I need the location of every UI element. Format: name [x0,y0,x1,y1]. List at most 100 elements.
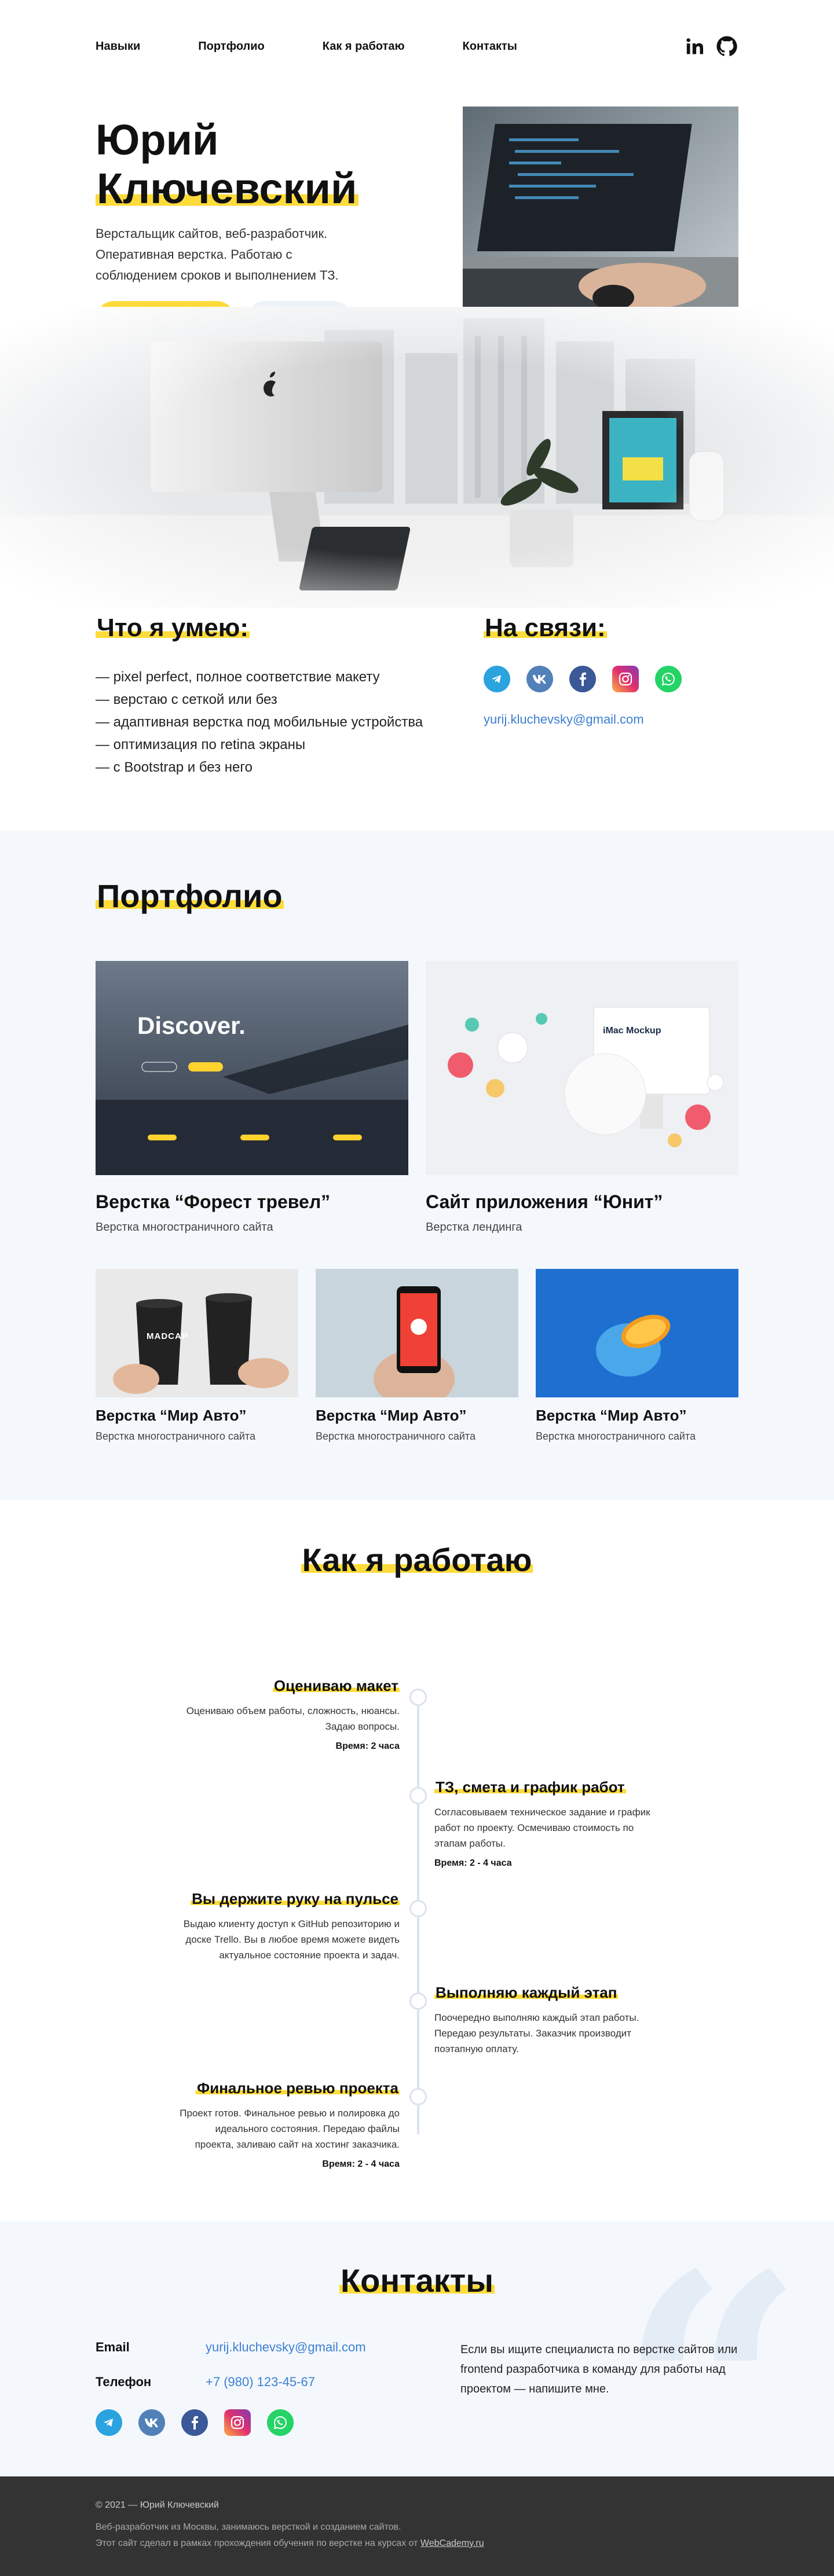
main-nav: Навыки Портфолио Как я работаю Контакты [96,40,517,53]
step-time: Время: 2 - 4 часа [434,1858,512,1868]
portfolio-card-subtitle: Верстка многостраничного сайта [96,1221,273,1234]
skills-item: — pixel perfect, полное соответствие мак… [96,669,380,685]
portfolio-preview-orange [536,1269,738,1397]
step-text: Оцениваю объем работы, сложность, нюансы… [186,1705,400,1732]
contact-email-link[interactable]: yurij.kluchevsky@gmail.com [206,2340,366,2355]
contact-title: На связи: [484,614,607,642]
telegram-icon[interactable] [484,666,510,692]
portfolio-card-subtitle: Верстка лендинга [426,1221,522,1234]
portfolio-preview-phone [316,1269,518,1397]
timeline-dot [409,1787,427,1804]
portfolio-small-row: MADCAP Верстка “Мир Авто” Верстка многос… [96,1269,738,1443]
workspace-photo [0,307,834,608]
header: Навыки Портфолио Как я работаю Контакты [96,0,738,93]
contact-row-phone: Телефон +7 (980) 123-45-67 [96,2375,366,2390]
portfolio-card[interactable]: Верстка “Мир Авто” Верстка многостраничн… [316,1269,518,1443]
portfolio-card-subtitle: Верстка многостраничного сайта [536,1430,696,1442]
preview-headline: iMac Mockup [603,1026,661,1036]
vk-icon[interactable] [138,2409,165,2436]
skills-item: — оптимизация по retina экраны [96,737,306,753]
portfolio-section: Портфолио Discover. Верстка “Форест трев… [0,831,834,1500]
process-step: ТЗ, смета и график работ Согласовываем т… [434,1778,654,1869]
contacts-invite-text: Если вы ищите специалиста по верстке сай… [460,2343,738,2395]
step-time: Время: 2 часа [335,1741,400,1751]
nav-link-contacts[interactable]: Контакты [463,40,517,53]
preview-headline: MADCAP [147,1331,188,1341]
hero-name-first: Юрий [96,116,219,164]
skills-item: — c Bootstrap и без него [96,759,253,775]
portfolio-card[interactable]: MADCAP Верстка “Мир Авто” Верстка многос… [96,1269,298,1443]
hero-title: Юрий Ключевский [96,116,455,213]
skills-item: — адаптивная верстка под мобильные устро… [96,714,423,730]
vk-icon[interactable] [526,666,553,692]
portfolio-card-title: Верстка “Мир Авто” [96,1407,247,1424]
email-label: Email [96,2340,130,2354]
hero-lead: Верстальщик сайтов, веб-разработчик. Опе… [96,226,339,282]
instagram-icon[interactable] [224,2409,251,2436]
step-time: Время: 2 - 4 часа [322,2159,400,2169]
skills-section: Что я умею: — pixel perfect, полное соот… [96,608,738,831]
portfolio-card-subtitle: Верстка многостраничного сайта [96,1430,255,1442]
phone-label: Телефон [96,2375,152,2389]
social-links [484,666,738,692]
skills-column: Что я умею: — pixel perfect, полное соот… [96,614,423,779]
portfolio-card-title: Верстка “Мир Авто” [316,1407,467,1424]
header-social-icons [685,35,738,58]
step-text: Согласовываем техническое задание и граф… [434,1807,650,1849]
contacts-title: Контакты [339,2262,495,2299]
footer-credits: Этот сайт сделал в рамках прохождения об… [96,2538,484,2548]
portfolio-card-title: Верстка “Форест тревел” [96,1191,331,1212]
nav-link-skills[interactable]: Навыки [96,40,140,53]
timeline-dot [409,2088,427,2105]
step-title: Вы держите руку на пульсе [191,1890,400,1907]
process-step: Выполняю каждый этап Поочередно выполняю… [434,1984,654,2057]
process-title: Как я работаю [301,1542,533,1578]
timeline-dot [409,1900,427,1917]
github-icon[interactable] [715,35,738,58]
portfolio-preview-unit: iMac Mockup [426,961,738,1175]
hero-name-last: Ключевский [96,164,359,212]
telegram-icon[interactable] [96,2409,122,2436]
contact-phone-link[interactable]: +7 (980) 123-45-67 [206,2375,315,2390]
step-title: Выполняю каждый этап [434,1984,619,2001]
contacts-details: Email yurij.kluchevsky@gmail.com Телефон… [96,2340,366,2436]
portfolio-card[interactable]: Верстка “Мир Авто” Верстка многостраничн… [536,1269,738,1443]
timeline-dot [409,1689,427,1706]
process-section: Как я работаю Оцениваю макет Оцениваю об… [0,1500,834,2221]
skills-title: Что я умею: [96,614,250,642]
footer-description: Веб-разработчик из Москвы, занимаюсь вер… [96,2522,401,2532]
email-link[interactable]: yurij.kluchevsky@gmail.com [484,712,644,726]
contact-column: На связи: yurij.kluchevsky@gmail.com [484,614,738,779]
webcademy-link[interactable]: WebCademy.ru [420,2538,484,2548]
facebook-icon[interactable] [569,666,596,692]
portfolio-preview-cups: MADCAP [96,1269,298,1397]
contact-row-email: Email yurij.kluchevsky@gmail.com [96,2340,366,2355]
skills-item: — верстаю с сеткой или без [96,692,277,707]
preview-headline: Discover. [137,1012,246,1039]
portfolio-card-title: Верстка “Мир Авто” [536,1407,687,1424]
portfolio-card[interactable]: iMac Mockup Сайт приложения “Юнит” Верст… [426,961,738,1234]
contact-social-links [96,2409,366,2436]
linkedin-icon[interactable] [685,36,705,56]
step-title: ТЗ, смета и график работ [434,1778,626,1796]
footer-copyright: © 2021 — Юрий Ключевский [96,2500,219,2510]
instagram-icon[interactable] [612,666,639,692]
step-title: Оцениваю макет [272,1677,400,1694]
facebook-icon[interactable] [181,2409,208,2436]
whatsapp-icon[interactable] [267,2409,294,2436]
portfolio-title: Портфолио [96,878,284,914]
nav-link-portfolio[interactable]: Портфолио [198,40,265,53]
step-text: Выдаю клиенту доступ к GitHub репозитори… [183,1918,400,1961]
nav-link-process[interactable]: Как я работаю [323,40,405,53]
step-text: Проект готов. Финальное ревью и полировк… [180,2108,400,2150]
process-step: Оцениваю макет Оцениваю объем работы, сл… [180,1677,400,1752]
timeline: Оцениваю макет Оцениваю объем работы, сл… [96,1613,738,2169]
footer: © 2021 — Юрий Ключевский Веб-разработчик… [0,2476,834,2576]
process-step: Вы держите руку на пульсе Выдаю клиенту … [180,1890,400,1963]
whatsapp-icon[interactable] [655,666,682,692]
contacts-body: Email yurij.kluchevsky@gmail.com Телефон… [96,2340,738,2436]
portfolio-card-subtitle: Верстка многостраничного сайта [316,1430,475,1442]
portfolio-preview-forest: Discover. [96,961,408,1175]
contacts-section: “ Контакты Email yurij.kluchevsky@gmail.… [0,2221,834,2476]
portfolio-card[interactable]: Discover. Верстка “Форест тревел” Верстк… [96,961,408,1234]
